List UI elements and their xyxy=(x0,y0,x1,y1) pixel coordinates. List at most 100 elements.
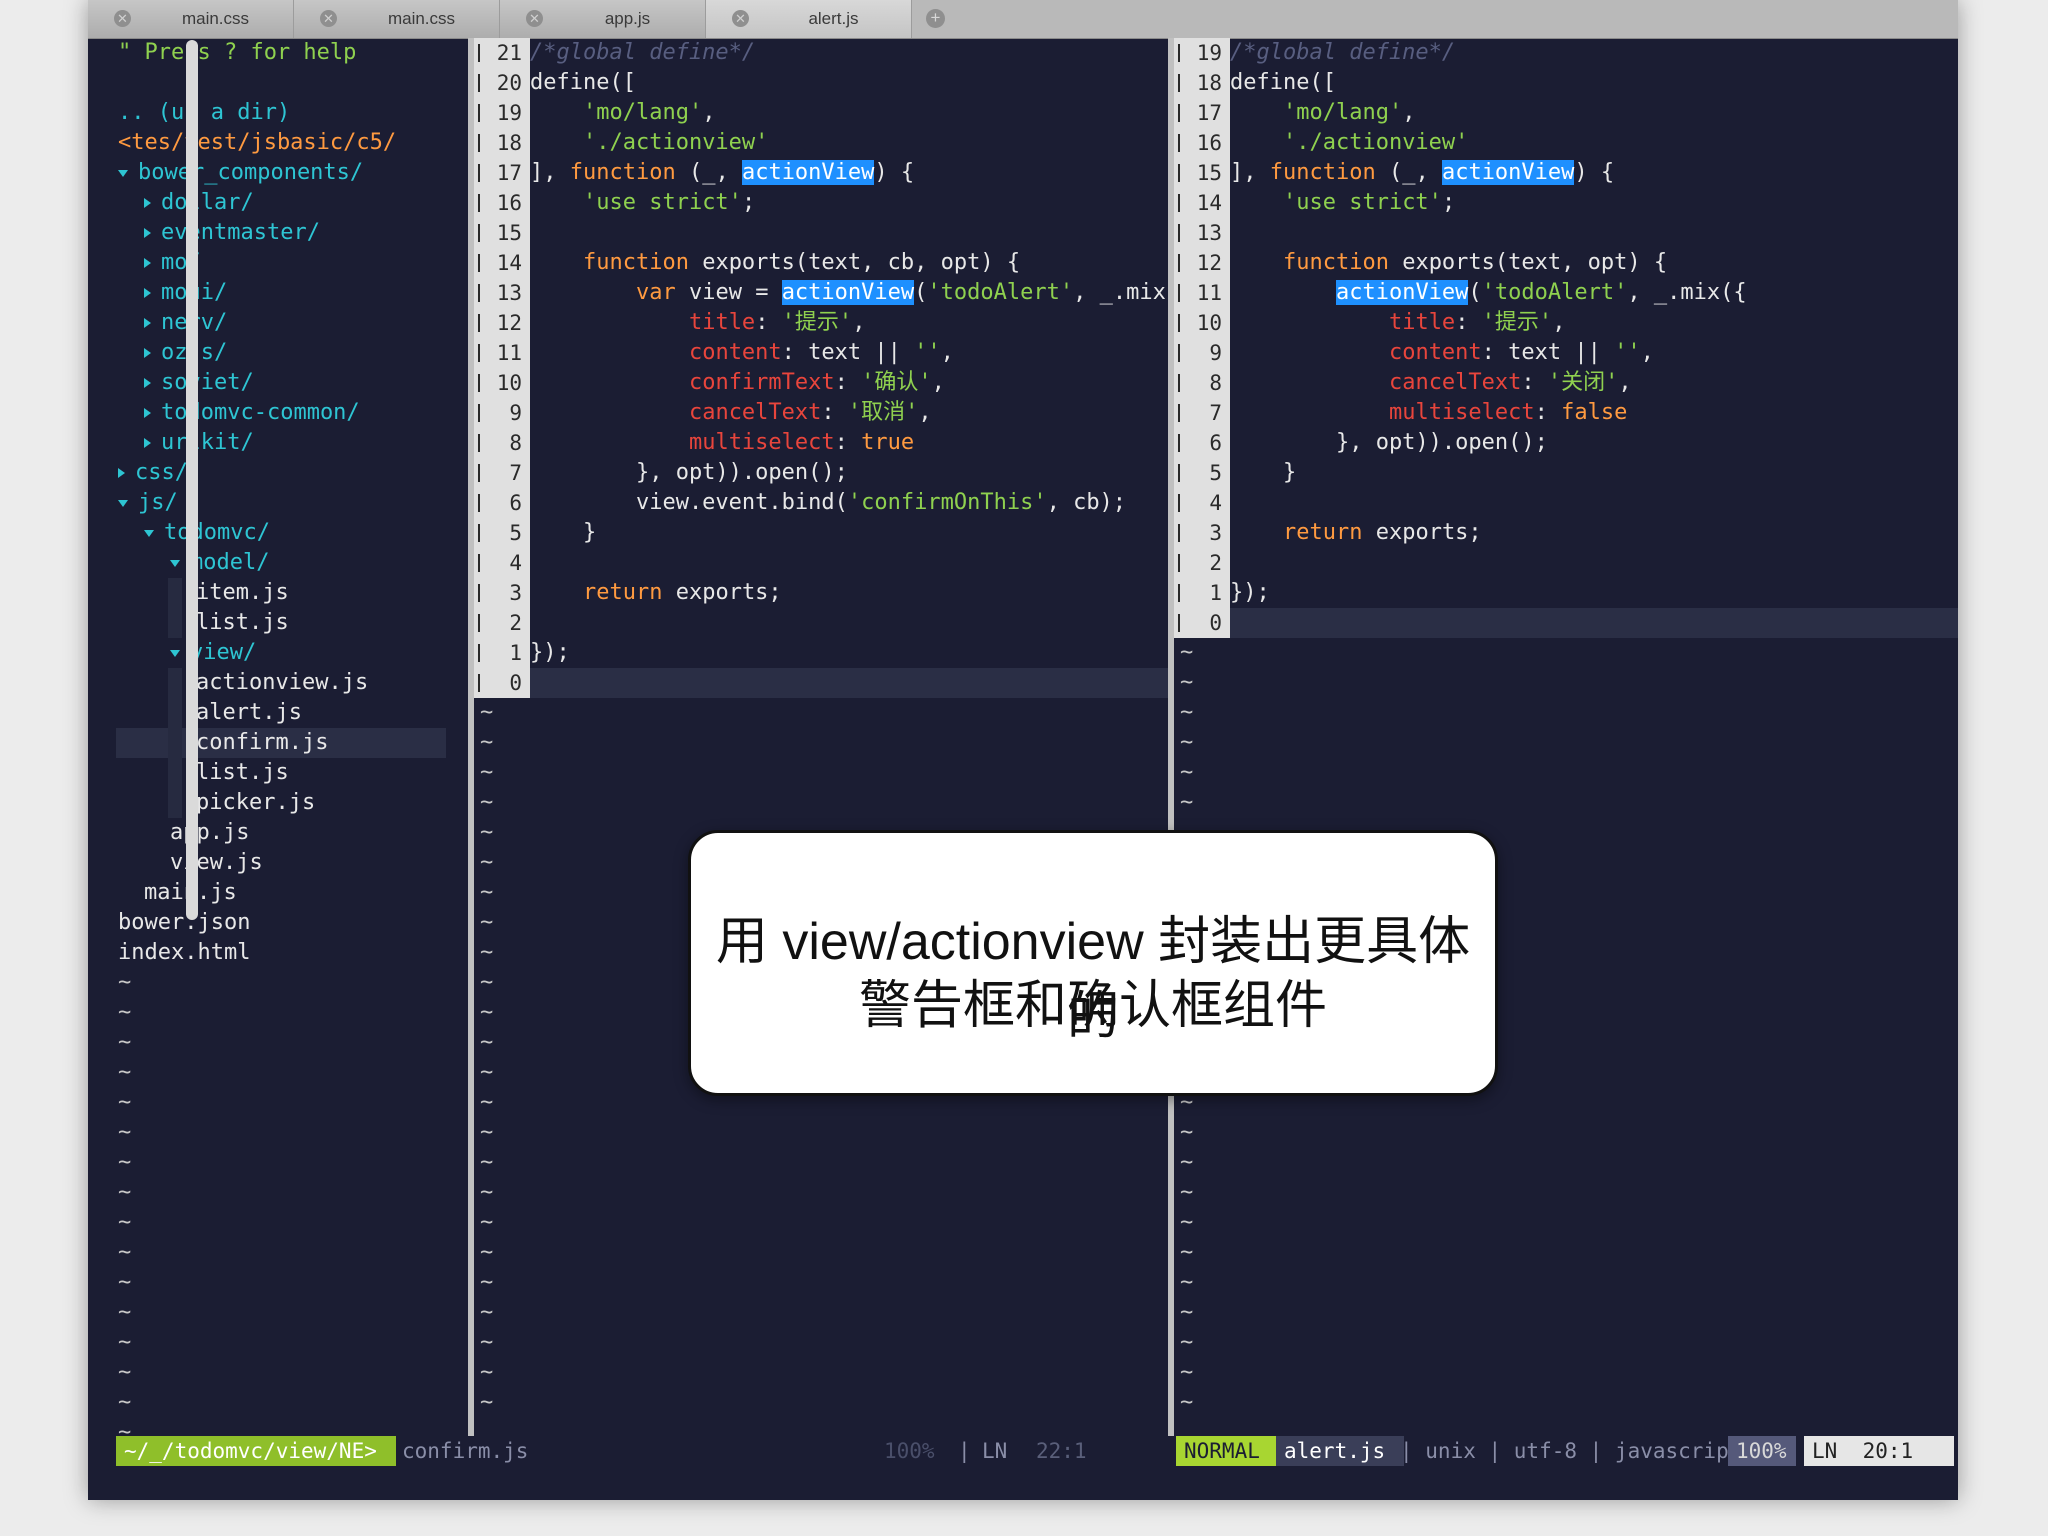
empty-line-marker: ~ xyxy=(480,790,494,815)
tree-item-label: todomvc/ xyxy=(164,520,270,545)
tree-item[interactable]: actionview.js xyxy=(196,668,368,698)
tree-item[interactable]: view.js xyxy=(170,848,263,878)
tree-item[interactable]: model/ xyxy=(170,548,269,578)
tree-item[interactable]: soviet/ xyxy=(144,368,254,398)
close-icon[interactable]: ✕ xyxy=(732,10,749,27)
tree-item-label: actionview.js xyxy=(196,670,369,695)
empty-line-marker: ~ xyxy=(480,1180,494,1205)
line-number: 11 xyxy=(1174,278,1230,308)
empty-line-marker: ~ xyxy=(1180,1330,1194,1355)
code-line: }); xyxy=(530,640,570,665)
tree-item[interactable]: dollar/ xyxy=(144,188,254,218)
tree-item[interactable]: app.js xyxy=(170,818,249,848)
right-position: LN 20:1 xyxy=(1804,1436,1954,1466)
tree-item[interactable]: js/ xyxy=(118,488,178,518)
close-icon[interactable]: ✕ xyxy=(320,10,337,27)
code-line: 'mo/lang', xyxy=(582,100,716,125)
tree-current-path: <tes/test/jsbasic/c5/ xyxy=(118,130,397,155)
tree-item[interactable]: todomvc-common/ xyxy=(144,398,360,428)
code-pane-left[interactable]: /*global define*/ define([ 'mo/lang', '.… xyxy=(530,38,1192,698)
tree-item-label: eventmaster/ xyxy=(161,220,320,245)
line-number: 14 xyxy=(474,248,530,278)
line-number: 9 xyxy=(1174,338,1230,368)
tree-item[interactable]: alert.js xyxy=(196,698,302,728)
tree-item[interactable]: urlkit/ xyxy=(144,428,254,458)
tree-item[interactable]: view/ xyxy=(170,638,256,668)
line-number: 17 xyxy=(1174,98,1230,128)
tree-item-label: bower.json xyxy=(118,910,251,935)
tree-item[interactable]: bower.json xyxy=(118,908,250,938)
empty-line-marker: ~ xyxy=(480,1330,494,1355)
tab-app-js[interactable]: ✕ app.js xyxy=(500,0,706,38)
line-number: 16 xyxy=(1174,128,1230,158)
tree-item-label: list.js xyxy=(196,760,289,785)
empty-line-marker: ~ xyxy=(1180,1240,1194,1265)
empty-line-marker: ~ xyxy=(1180,760,1194,785)
line-number: 17 xyxy=(474,158,530,188)
code-line: cancelText: '取消', xyxy=(688,400,932,425)
tree-item[interactable]: todomvc/ xyxy=(144,518,270,548)
tree-item-label: js/ xyxy=(138,490,178,515)
line-number: 14 xyxy=(1174,188,1230,218)
tab-main-css-2[interactable]: ✕ main.css xyxy=(294,0,500,38)
empty-line-marker: ~ xyxy=(1180,640,1194,665)
tree-item[interactable]: css/ xyxy=(118,458,188,488)
search-highlight: actionView xyxy=(741,160,875,185)
tab-alert-js[interactable]: ✕ alert.js xyxy=(706,0,912,38)
code-line: 'use strict'; xyxy=(582,190,756,215)
line-number: 11 xyxy=(474,338,530,368)
code-line: function exports(text, cb, opt) { xyxy=(582,250,1021,275)
line-number: 8 xyxy=(1174,368,1230,398)
empty-line-marker: ~ xyxy=(1180,1180,1194,1205)
folder-collapsed-icon xyxy=(144,378,151,388)
tree-item[interactable]: picker.js xyxy=(196,788,315,818)
tree-item-label: list.js xyxy=(196,610,289,635)
code-line: actionView('todoAlert', _.mix({ xyxy=(1335,280,1747,305)
empty-line-marker: ~ xyxy=(1180,1300,1194,1325)
tree-item[interactable]: confirm.js xyxy=(116,728,446,758)
tree-item[interactable]: list.js xyxy=(196,608,289,638)
line-number: 10 xyxy=(1174,308,1230,338)
empty-line-marker: ~ xyxy=(480,970,494,995)
folder-collapsed-icon xyxy=(144,228,151,238)
editor-window: ✕ main.css ✕ main.css ✕ app.js ✕ alert.j… xyxy=(88,0,1958,1500)
left-cursor-pos: 22:1 xyxy=(1036,1439,1087,1463)
line-number: 6 xyxy=(1174,428,1230,458)
code-line: /*global define*/ xyxy=(1230,40,1456,65)
code-line: } xyxy=(1230,460,1297,485)
code-pane-right[interactable]: /*global define*/ define([ 'mo/lang', '.… xyxy=(1230,38,1958,638)
empty-line-marker: ~ xyxy=(118,1060,132,1085)
code-line: confirmText: '确认', xyxy=(688,370,945,395)
code-line: './actionview' xyxy=(582,130,769,155)
close-icon[interactable]: ✕ xyxy=(114,10,131,27)
code-line: ], function (_, actionView) { xyxy=(530,160,915,185)
empty-line-marker: ~ xyxy=(1180,1120,1194,1145)
add-tab-icon[interactable]: + xyxy=(926,9,945,28)
tree-item[interactable]: index.html xyxy=(118,938,250,968)
empty-line-marker: ~ xyxy=(480,820,494,845)
search-highlight: actionView xyxy=(781,280,915,305)
line-number: 12 xyxy=(474,308,530,338)
tree-up-dir[interactable]: .. (up a dir) xyxy=(118,98,290,128)
file-info: | unix | utf-8 | javascript xyxy=(1400,1439,1742,1463)
folder-collapsed-icon xyxy=(144,198,151,208)
empty-line-marker: ~ xyxy=(480,700,494,725)
tree-item[interactable]: item.js xyxy=(196,578,289,608)
tab-main-css[interactable]: ✕ main.css xyxy=(88,0,294,38)
tab-label: alert.js xyxy=(808,9,859,28)
empty-line-marker: ~ xyxy=(118,1150,132,1175)
empty-line-marker: ~ xyxy=(1180,670,1194,695)
tree-item-label: picker.js xyxy=(196,790,316,815)
empty-line-marker: ~ xyxy=(1180,1270,1194,1295)
scrollbar-left[interactable] xyxy=(186,40,198,920)
empty-line-marker: ~ xyxy=(1180,1390,1194,1415)
empty-line-marker: ~ xyxy=(118,1240,132,1265)
tree-item[interactable]: eventmaster/ xyxy=(144,218,320,248)
tree-item[interactable]: bower_components/ xyxy=(118,158,363,188)
tree-item[interactable]: list.js xyxy=(196,758,289,788)
code-line: /*global define*/ xyxy=(530,40,756,65)
folder-collapsed-icon xyxy=(144,258,151,268)
tree-item-label: model/ xyxy=(190,550,270,575)
close-icon[interactable]: ✕ xyxy=(526,10,543,27)
code-line: view.event.bind('confirmOnThis', cb); xyxy=(530,490,1127,515)
